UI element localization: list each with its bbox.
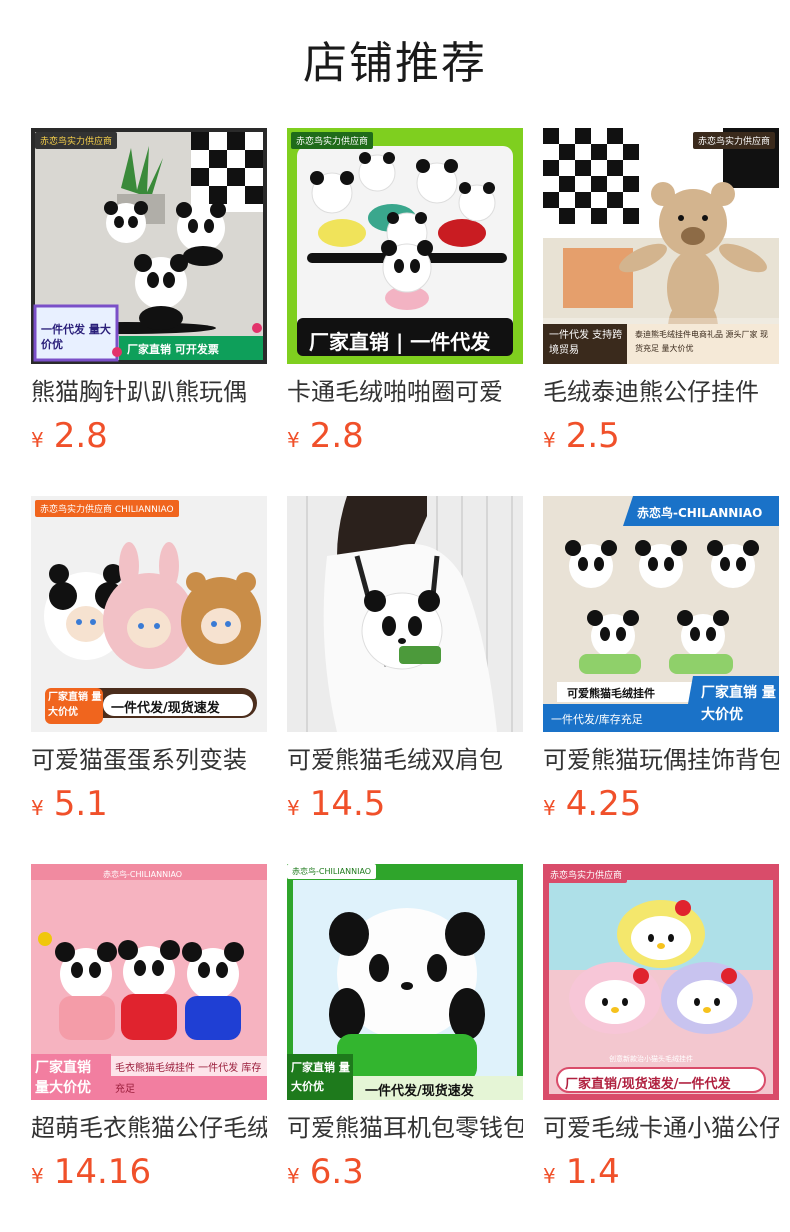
supplier-tag: 赤恋鸟实力供应商	[545, 866, 628, 883]
product-price: 14.5	[309, 784, 386, 824]
price-row: ¥ 14.5	[287, 784, 523, 824]
currency-symbol: ¥	[287, 428, 300, 452]
price-row: ¥ 2.8	[287, 416, 523, 456]
promo-bar: 毛衣熊猫毛绒挂件 一件代发 库存充足	[115, 1063, 262, 1095]
product-price: 14.16	[53, 1152, 152, 1192]
promo-box: 厂家直销 量大价优	[35, 1060, 91, 1096]
promo-left: 一件代发/库存充足	[551, 713, 643, 726]
product-image[interactable]: 赤恋鸟实力供应商 CHILIANNIAO 厂家直销 量大价优 一件代发/现货速发	[31, 496, 267, 732]
product-name[interactable]: 可爱熊猫玩偶挂饰背包	[543, 744, 779, 776]
product-price: 4.25	[565, 784, 642, 824]
product-card[interactable]: 赤恋鸟实力供应商 创意新款治小猫头毛绒挂件 厂家直销/现货速发/一件代发 可爱毛…	[543, 864, 779, 1232]
product-name[interactable]: 可爱熊猫毛绒双肩包	[287, 744, 523, 776]
product-price: 2.5	[565, 416, 620, 456]
product-image[interactable]: 赤恋鸟-CHILIANNIAO 厂家直销 量大价优 一件代发/现货速发	[287, 864, 523, 1100]
product-card[interactable]: 可爱熊猫毛绒双肩包 ¥ 14.5	[287, 496, 523, 864]
product-name[interactable]: 可爱猫蛋蛋系列变装	[31, 744, 267, 776]
product-name[interactable]: 超萌毛衣熊猫公仔毛绒	[31, 1112, 267, 1144]
product-image[interactable]	[287, 496, 523, 732]
currency-symbol: ¥	[287, 796, 300, 820]
product-image[interactable]: 赤恋鸟实力供应商 一件代发 量大价优 厂家直销 可开发票	[31, 128, 267, 364]
supplier-tag: 赤恋鸟-CHILIANNIAO	[103, 870, 183, 879]
promo-right: 厂家直销 量大价优	[701, 685, 776, 723]
product-price: 2.8	[309, 416, 364, 456]
product-price: 5.1	[53, 784, 108, 824]
product-grid: 赤恋鸟实力供应商 一件代发 量大价优 厂家直销 可开发票 熊猫胸针趴趴熊玩偶 ¥…	[31, 128, 781, 1232]
currency-symbol: ¥	[31, 428, 44, 452]
currency-symbol: ¥	[31, 796, 44, 820]
product-card[interactable]: 赤恋鸟-CHILIANNIAO 厂家直销 量大价优 毛衣熊猫毛绒挂件 一件代发 …	[31, 864, 267, 1232]
promo-center: 可爱熊猫毛绒挂件	[567, 687, 655, 700]
product-name[interactable]: 可爱熊猫耳机包零钱包	[287, 1112, 523, 1144]
product-card[interactable]: 赤恋鸟实力供应商 厂家直销 | 一件代发 卡通毛绒啪啪圈可爱 ¥ 2.8	[287, 128, 523, 496]
product-name[interactable]: 可爱毛绒卡通小猫公仔	[543, 1112, 779, 1144]
supplier-tag: 赤恋鸟-CHILANNIAO	[637, 506, 763, 520]
product-card[interactable]: 赤恋鸟-CHILANNIAO 可爱熊猫毛绒挂件 一件代发/库存充足 厂家直销 量…	[543, 496, 779, 864]
product-card[interactable]: 赤恋鸟实力供应商 一件代发 量大价优 厂家直销 可开发票 熊猫胸针趴趴熊玩偶 ¥…	[31, 128, 267, 496]
promo-left: 一件代发 支持跨境贸易	[549, 330, 623, 356]
price-row: ¥ 2.5	[543, 416, 779, 456]
product-card[interactable]: 赤恋鸟实力供应商 一件代发 支持跨境贸易 泰迪熊毛绒挂件电商礼品 源头厂家 现货…	[543, 128, 779, 496]
product-image[interactable]: 赤恋鸟实力供应商 创意新款治小猫头毛绒挂件 厂家直销/现货速发/一件代发	[543, 864, 779, 1100]
currency-symbol: ¥	[287, 1164, 300, 1188]
product-image[interactable]: 赤恋鸟-CHILIANNIAO 厂家直销 量大价优 毛衣熊猫毛绒挂件 一件代发 …	[31, 864, 267, 1100]
price-row: ¥ 6.3	[287, 1152, 523, 1192]
currency-symbol: ¥	[543, 1164, 556, 1188]
product-price: 6.3	[309, 1152, 364, 1192]
page-title: 店铺推荐	[303, 38, 487, 89]
product-image[interactable]: 赤恋鸟实力供应商 一件代发 支持跨境贸易 泰迪熊毛绒挂件电商礼品 源头厂家 现货…	[543, 128, 779, 364]
product-name[interactable]: 熊猫胸针趴趴熊玩偶	[31, 376, 267, 408]
promo-bar: 厂家直销 可开发票	[127, 343, 219, 356]
price-row: ¥ 14.16	[31, 1152, 267, 1192]
supplier-tag: 赤恋鸟实力供应商	[35, 132, 118, 149]
product-price: 2.8	[53, 416, 108, 456]
product-image[interactable]: 赤恋鸟-CHILANNIAO 可爱熊猫毛绒挂件 一件代发/库存充足 厂家直销 量…	[543, 496, 779, 732]
price-row: ¥ 5.1	[31, 784, 267, 824]
promo-bar: 厂家直销 | 一件代发	[309, 330, 491, 354]
price-row: ¥ 4.25	[543, 784, 779, 824]
supplier-tag: 赤恋鸟实力供应商	[692, 132, 775, 149]
promo-bar: 一件代发/现货速发	[365, 1084, 474, 1099]
supplier-tag: 赤恋鸟-CHILIANNIAO	[287, 864, 377, 879]
supplier-tag: 赤恋鸟实力供应商 CHILIANNIAO	[35, 500, 179, 517]
promo-box: 厂家直销 量大价优	[48, 692, 102, 718]
currency-symbol: ¥	[543, 796, 556, 820]
product-price: 1.4	[565, 1152, 620, 1192]
promo-right: 泰迪熊毛绒挂件电商礼品 源头厂家 现货充足 量大价优	[635, 330, 769, 353]
promo-small: 创意新款治小猫头毛绒挂件	[609, 1055, 693, 1063]
currency-symbol: ¥	[31, 1164, 44, 1188]
product-card[interactable]: 赤恋鸟-CHILIANNIAO 厂家直销 量大价优 一件代发/现货速发 可爱熊猫…	[287, 864, 523, 1232]
product-name[interactable]: 毛绒泰迪熊公仔挂件	[543, 376, 779, 408]
promo-bar: 一件代发/现货速发	[111, 701, 220, 716]
price-row: ¥ 2.8	[31, 416, 267, 456]
product-image[interactable]: 赤恋鸟实力供应商 厂家直销 | 一件代发	[287, 128, 523, 364]
product-name[interactable]: 卡通毛绒啪啪圈可爱	[287, 376, 523, 408]
product-card[interactable]: 赤恋鸟实力供应商 CHILIANNIAO 厂家直销 量大价优 一件代发/现货速发…	[31, 496, 267, 864]
currency-symbol: ¥	[543, 428, 556, 452]
promo-bar: 厂家直销/现货速发/一件代发	[565, 1077, 731, 1092]
promo-box: 厂家直销 量大价优	[291, 1061, 350, 1093]
supplier-tag: 赤恋鸟实力供应商	[291, 132, 374, 149]
price-row: ¥ 1.4	[543, 1152, 779, 1192]
promo-box: 一件代发 量大价优	[41, 323, 111, 351]
